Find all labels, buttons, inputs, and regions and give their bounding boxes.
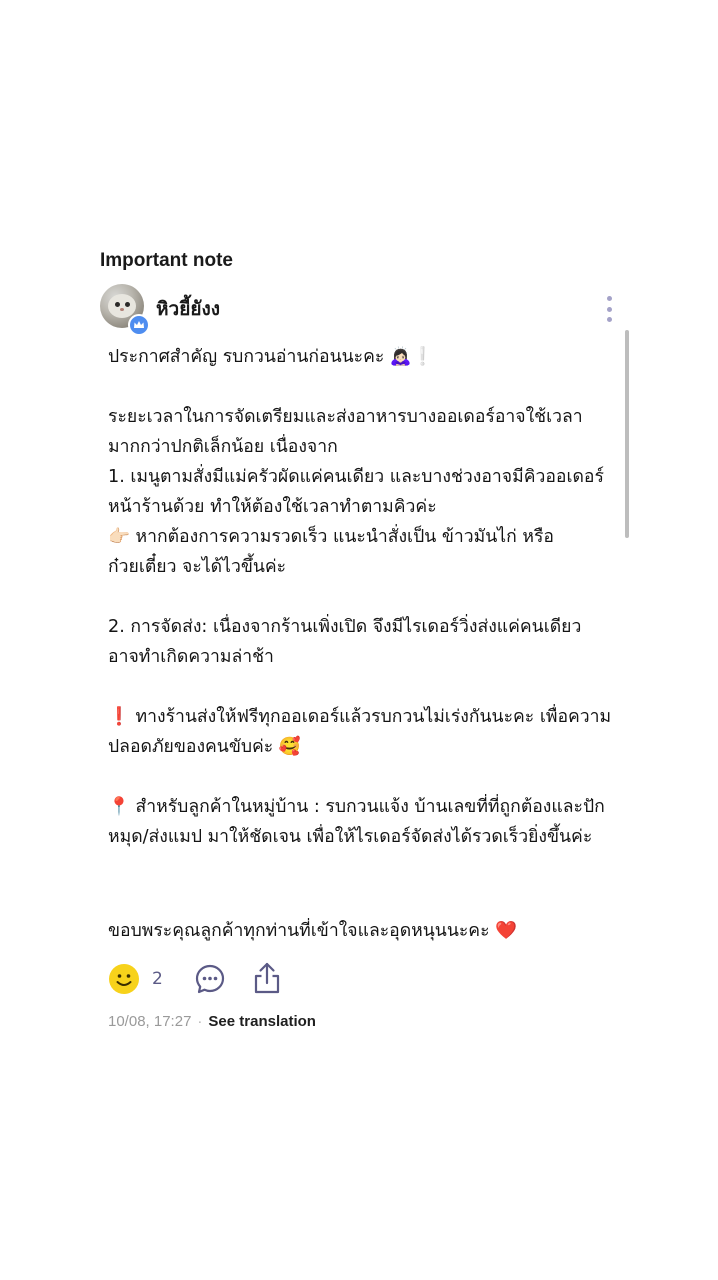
- post-paragraph: ขอบพระคุณลูกค้าทุกท่านที่เข้าใจและอุดหนุ…: [108, 921, 518, 941]
- post-header: หิวยี้ยังง: [100, 284, 620, 336]
- post-paragraph: ระยะเวลาในการจัดเตรียมและส่งอาหารบางออเด…: [108, 407, 583, 457]
- more-dot: [606, 296, 612, 301]
- comment-icon[interactable]: [194, 963, 226, 995]
- post-actions: 2: [108, 961, 408, 999]
- crown-badge-icon: [128, 314, 150, 336]
- scrollbar[interactable]: [625, 330, 629, 538]
- post-body: ประกาศสำคัญ รบกวนอ่านก่อนนะคะ 🙇🏻‍♀️❕ ระย…: [108, 342, 613, 946]
- post-paragraph: ประกาศสำคัญ รบกวนอ่านก่อนนะคะ 🙇🏻‍♀️❕: [108, 347, 434, 367]
- post-paragraph: ❗️ ทางร้านส่งให้ฟรีทุกออเดอร์แล้วรบกวนไม…: [108, 707, 612, 757]
- author-name[interactable]: หิวยี้ยังง: [156, 294, 220, 324]
- post-meta: 10/08, 17:27 · See translation: [108, 1013, 316, 1030]
- post-paragraph: 👉🏻 หากต้องการความรวดเร็ว แนะนำสั่งเป็น ข…: [108, 527, 554, 577]
- smile-icon[interactable]: [108, 963, 140, 995]
- avatar-face: [108, 294, 136, 318]
- more-dot: [606, 317, 612, 322]
- avatar-eye-left: [115, 302, 120, 307]
- meta-separator: ·: [197, 1013, 203, 1030]
- avatar-nose: [120, 308, 124, 311]
- section-title: Important note: [100, 250, 233, 271]
- share-icon[interactable]: [252, 961, 282, 995]
- reaction-count[interactable]: 2: [152, 969, 163, 989]
- avatar[interactable]: [100, 284, 150, 336]
- post-paragraph: 2. การจัดส่ง: เนื่องจากร้านเพิ่งเปิด จึง…: [108, 617, 582, 667]
- more-dot: [606, 306, 612, 312]
- post-paragraph: 📍 สำหรับลูกค้าในหมู่บ้าน : รบกวนแจ้ง บ้า…: [108, 797, 605, 847]
- more-icon[interactable]: [604, 296, 614, 322]
- timestamp: 10/08, 17:27: [108, 1013, 192, 1030]
- post-paragraph: 1. เมนูตามสั่งมีแม่ครัวผัดแค่คนเดียว และ…: [108, 467, 604, 517]
- see-translation-link[interactable]: See translation: [208, 1013, 316, 1030]
- avatar-eye-right: [125, 302, 130, 307]
